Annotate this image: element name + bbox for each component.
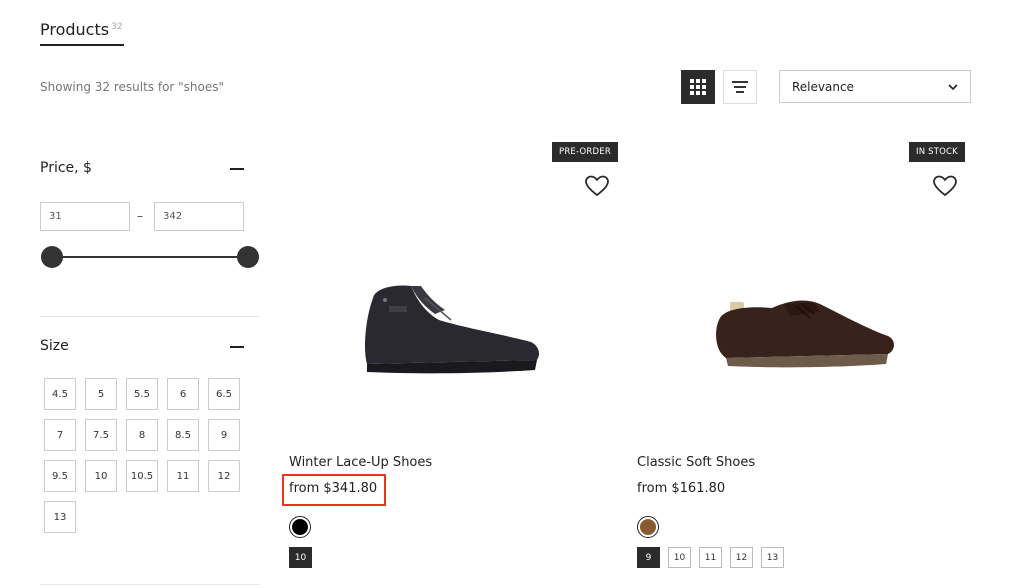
size-option[interactable]: 12 xyxy=(208,460,240,492)
size-option[interactable]: 6 xyxy=(167,378,199,410)
products-tab[interactable]: Products 32 xyxy=(40,20,124,46)
size-option[interactable]: 6.5 xyxy=(208,378,240,410)
results-summary: Showing 32 results for "shoes" xyxy=(40,80,225,94)
size-option[interactable]: 9 xyxy=(208,419,240,451)
size-option[interactable]: 8 xyxy=(126,419,158,451)
size-option[interactable]: 13 xyxy=(44,501,76,533)
product-price: from $161.80 xyxy=(637,481,726,496)
price-slider-max-handle[interactable] xyxy=(237,246,259,268)
product-size-option[interactable]: 13 xyxy=(761,547,784,568)
wishlist-heart-icon[interactable] xyxy=(932,174,958,198)
size-option[interactable]: 9.5 xyxy=(44,460,76,492)
price-highlight-box xyxy=(282,474,386,506)
collapse-price-icon[interactable] xyxy=(230,168,244,170)
size-option[interactable]: 10 xyxy=(85,460,117,492)
classic-shoe-image[interactable] xyxy=(710,290,900,385)
filter-divider xyxy=(40,584,260,585)
product-size-option[interactable]: 10 xyxy=(668,547,691,568)
wishlist-heart-icon[interactable] xyxy=(584,174,610,198)
product-name[interactable]: Winter Lace-Up Shoes xyxy=(289,455,432,470)
page-title: Products xyxy=(40,20,110,39)
product-size-option[interactable]: 9 xyxy=(637,547,660,568)
product-size-option[interactable]: 10 xyxy=(289,547,312,568)
collapse-size-icon[interactable] xyxy=(230,346,244,348)
list-view-button[interactable] xyxy=(723,70,757,104)
size-option[interactable]: 7 xyxy=(44,419,76,451)
filter-divider xyxy=(40,316,260,317)
sort-dropdown[interactable]: Relevance xyxy=(779,70,971,103)
instock-badge: IN STOCK xyxy=(909,142,965,162)
chevron-down-icon xyxy=(948,83,958,90)
size-option[interactable]: 11 xyxy=(167,460,199,492)
swatch-color xyxy=(640,519,656,535)
sort-selected-value: Relevance xyxy=(792,79,854,94)
price-slider-min-handle[interactable] xyxy=(41,246,63,268)
swatch-color xyxy=(292,519,308,535)
color-swatch[interactable] xyxy=(289,516,311,538)
size-option[interactable]: 5 xyxy=(85,378,117,410)
list-icon xyxy=(732,81,748,93)
price-filter-title[interactable]: Price, $ xyxy=(40,160,92,176)
grid-icon xyxy=(690,79,706,95)
winter-boot-image[interactable] xyxy=(355,280,545,380)
color-swatch[interactable] xyxy=(637,516,659,538)
grid-view-button[interactable] xyxy=(681,70,715,104)
product-name[interactable]: Classic Soft Shoes xyxy=(637,455,755,470)
size-option[interactable]: 5.5 xyxy=(126,378,158,410)
price-slider-track[interactable] xyxy=(52,256,248,258)
size-filter-title[interactable]: Size xyxy=(40,338,69,354)
product-size-option[interactable]: 12 xyxy=(730,547,753,568)
price-max-input[interactable]: 342 xyxy=(154,202,244,231)
size-option[interactable]: 8.5 xyxy=(167,419,199,451)
price-min-input[interactable]: 31 xyxy=(40,202,130,231)
size-option[interactable]: 4.5 xyxy=(44,378,76,410)
product-count: 32 xyxy=(111,21,123,32)
preorder-badge: PRE-ORDER xyxy=(552,142,618,162)
size-option[interactable]: 7.5 xyxy=(85,419,117,451)
product-size-option[interactable]: 11 xyxy=(699,547,722,568)
size-option[interactable]: 10.5 xyxy=(126,460,158,492)
price-range-separator: – xyxy=(137,209,143,223)
tab-underline xyxy=(40,44,124,46)
